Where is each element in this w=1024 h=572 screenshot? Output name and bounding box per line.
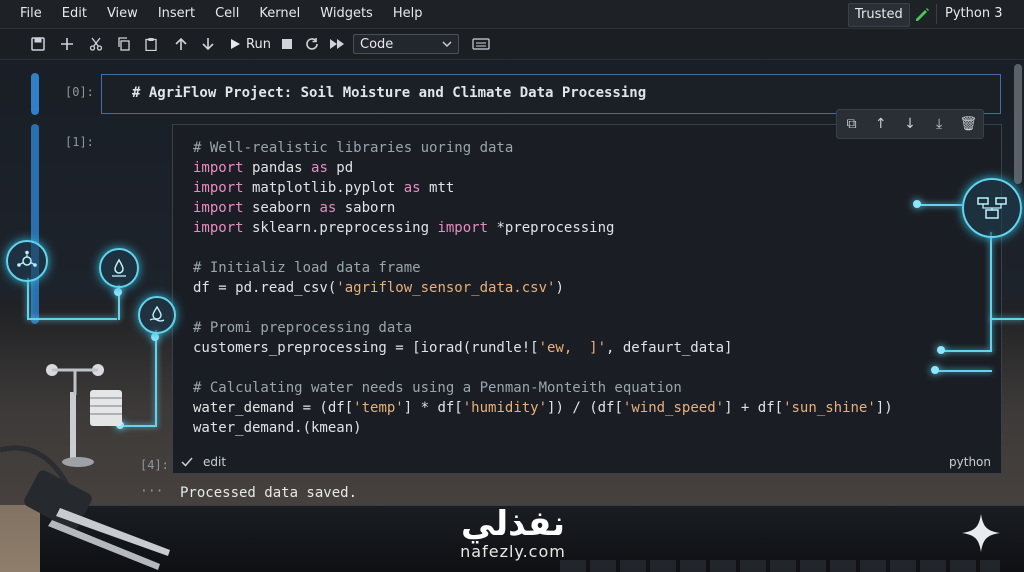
move-down-icon[interactable] — [198, 34, 218, 54]
water-level-icon — [138, 296, 176, 334]
connector-line — [936, 370, 992, 372]
cell-selection-bar — [31, 73, 39, 115]
scrollbar[interactable] — [1014, 64, 1022, 184]
cell-toolbar: ⧉ ↑ ↓ ⤓ 🗑 — [836, 109, 984, 139]
menu-help[interactable]: Help — [383, 0, 433, 28]
kernel-separator — [936, 4, 937, 24]
connector-node — [114, 288, 122, 296]
code-editor[interactable]: # Well-realistic libraries uoring data i… — [193, 138, 893, 438]
cell-output: ··· Processed data saved. — [140, 480, 1010, 504]
connector-line — [27, 318, 117, 320]
cell-selection-bar — [31, 124, 39, 324]
brand-watermark: نفذلي nafezly.com — [448, 505, 578, 567]
sparkle-icon — [962, 514, 1000, 552]
connector-node — [931, 366, 939, 374]
menu-edit[interactable]: Edit — [52, 0, 97, 28]
cell-prompt: [1]: — [65, 135, 94, 149]
cell-language-label: python — [949, 455, 991, 469]
menu-view[interactable]: View — [97, 0, 148, 28]
toolbar: Run Code — [0, 29, 1024, 60]
markdown-heading: # AgriFlow Project: Soil Moisture and Cl… — [132, 85, 647, 101]
cell-move-up-icon[interactable]: ↑ — [871, 116, 891, 132]
code-cell[interactable]: # Well-realistic libraries uoring data i… — [172, 124, 1002, 474]
cell-mode-label: edit — [203, 455, 227, 469]
output-text: Processed data saved. — [180, 485, 358, 501]
markdown-cell[interactable]: # AgriFlow Project: Soil Moisture and Cl… — [101, 74, 1001, 114]
menu-cell[interactable]: Cell — [205, 0, 249, 28]
cell-move-down-icon[interactable]: ↓ — [900, 116, 920, 132]
water-drop-icon — [99, 248, 139, 288]
network-node-icon — [6, 240, 48, 282]
cut-icon[interactable] — [86, 34, 106, 54]
cell-type-select[interactable]: Code — [353, 34, 459, 54]
connector-line — [918, 204, 962, 206]
menu-widgets[interactable]: Widgets — [310, 0, 383, 28]
data-hub-icon — [962, 178, 1022, 238]
connector-node — [937, 346, 945, 354]
connector-line — [942, 350, 992, 352]
fast-forward-icon[interactable] — [327, 34, 347, 54]
laptop-keyboard — [560, 560, 1000, 572]
move-up-icon[interactable] — [171, 34, 191, 54]
insert-below-icon[interactable]: ⤓ — [929, 116, 949, 132]
brand-latin: nafezly.com — [460, 542, 566, 561]
connector-node — [151, 333, 159, 341]
connector-line — [990, 232, 992, 352]
plus-icon[interactable] — [57, 34, 77, 54]
cell-type-value: Code — [360, 36, 394, 52]
run-button[interactable]: Run — [230, 34, 271, 54]
brand-arabic: نفذلي — [460, 504, 566, 544]
trusted-badge[interactable]: Trusted — [848, 3, 910, 27]
chevron-down-icon — [442, 41, 452, 47]
connector-line — [27, 278, 29, 318]
connector-node — [913, 200, 921, 208]
play-icon — [231, 39, 240, 49]
pencil-icon[interactable] — [912, 4, 932, 24]
delete-cell-icon[interactable]: 🗑 — [958, 116, 978, 132]
stop-icon[interactable] — [277, 34, 297, 54]
save-icon[interactable] — [28, 34, 48, 54]
weather-station-illustration — [0, 364, 170, 570]
copy-icon[interactable] — [114, 34, 134, 54]
run-label: Run — [246, 36, 271, 52]
keyboard-icon[interactable] — [470, 34, 492, 54]
menu-file[interactable]: File — [0, 0, 52, 28]
kernel-indicator[interactable]: Python 3 — [945, 0, 1002, 28]
menu-kernel[interactable]: Kernel — [249, 0, 310, 28]
connector-line — [990, 318, 1024, 320]
cell-prompt: [0]: — [65, 85, 94, 99]
restart-icon[interactable] — [302, 34, 322, 54]
menu-insert[interactable]: Insert — [148, 0, 205, 28]
paste-icon[interactable] — [141, 34, 161, 54]
duplicate-cell-icon[interactable]: ⧉ — [842, 116, 862, 132]
